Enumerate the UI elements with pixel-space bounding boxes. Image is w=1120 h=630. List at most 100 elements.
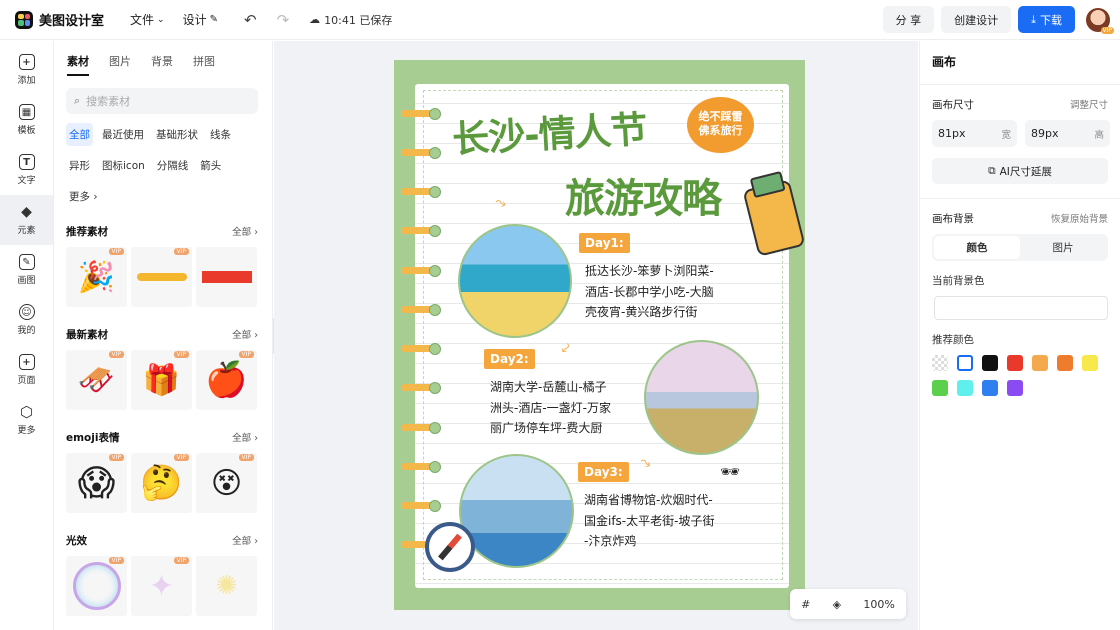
create-design-button[interactable]: 创建设计 [941,6,1012,33]
asset-thumb[interactable]: VIP 😵 [196,453,257,513]
current-bg-label: 当前背景色 [932,275,985,287]
day2-label[interactable]: Day2: [484,349,535,369]
reset-bg-link[interactable]: 恢复原始背景 [1051,211,1108,226]
day2-text[interactable]: 湖南大学-岳麓山-橘子 洲头-酒店-一盏灯-万家 丽广场停车坪-费大厨 [490,377,611,439]
avatar[interactable]: VIP [1086,7,1114,34]
binder-ring [401,108,441,120]
binder-ring [401,461,441,473]
color-swatch[interactable] [1032,355,1048,371]
poster-subtitle[interactable]: 旅游攻略 [565,166,722,224]
app-logo[interactable]: 美图设计室 [15,10,104,29]
chip-icons[interactable]: 图标icon [99,154,148,177]
chip-arrows[interactable]: 箭头 [197,154,224,177]
vip-badge: VIP [1100,26,1114,34]
rail-pages[interactable]: + 页面 [0,345,53,395]
rail-add[interactable]: + 添加 [0,45,53,95]
day3-text[interactable]: 湖南省博物馆-炊烟时代- 国金ifs-太平老街-坡子街 -汴京炸鸡 [584,490,714,552]
rail-draw[interactable]: ✎ 画图 [0,245,53,295]
color-swatches [932,355,1112,396]
adjust-size-link[interactable]: 调整尺寸 [1070,97,1108,112]
asset-thumb[interactable]: VIP 🍎 [196,350,257,410]
app-name: 美图设计室 [39,14,105,29]
rail-elements[interactable]: ◆ 元素 [0,195,53,245]
chip-recent[interactable]: 最近使用 [99,123,147,146]
chip-irregular[interactable]: 异形 [66,154,93,177]
color-swatch[interactable] [982,380,998,396]
color-swatch[interactable] [932,380,948,396]
color-swatch[interactable] [957,355,973,371]
ai-extend-button[interactable]: ⧉ AI尺寸延展 [932,158,1108,184]
canvas-size-label: 画布尺寸 [932,99,974,111]
see-all-link[interactable]: 全部 › [232,533,258,548]
chip-all[interactable]: 全部 [66,123,93,146]
search-input[interactable]: ⌕ 搜索素材 [66,88,258,114]
speech-bubble[interactable]: 绝不踩雷 佛系旅行 [687,97,754,153]
rail-mine[interactable]: ☺ 我的 [0,295,53,345]
bg-type-toggle: 颜色 图片 [932,234,1108,261]
tab-images[interactable]: 图片 [109,53,131,76]
undo-icon[interactable]: ↶ [244,11,257,29]
elements-icon: ◆ [21,204,32,220]
chip-more[interactable]: 更多 › [66,185,101,208]
tab-color[interactable]: 颜色 [934,236,1020,259]
asset-thumb[interactable]: ✺ [196,556,257,616]
save-status: ☁ 10:41 已保存 [309,13,393,27]
tab-image[interactable]: 图片 [1020,236,1106,259]
photo-kayaks[interactable] [458,224,572,338]
left-rail: + 添加 ▦ 模板 T 文字 ◆ 元素 ✎ 画图 ☺ 我的 + 页面 ⬡ 更多 [0,41,54,630]
color-swatch[interactable] [1057,355,1073,371]
asset-thumb[interactable]: VIP 🎁 [131,350,192,410]
layers-icon[interactable]: ◈ [833,598,841,611]
design-menu[interactable]: 设计 ✎ [183,11,218,28]
tab-backgrounds[interactable]: 背景 [151,53,173,76]
download-button[interactable]: ⤓ 下载 [1018,6,1075,33]
asset-thumb[interactable]: VIP 🎉 [66,247,127,307]
asset-thumb[interactable] [196,247,257,307]
height-field[interactable]: 89px 高 [1025,120,1110,147]
asset-thumb[interactable]: VIP 😱 [66,453,127,513]
asset-panel: 素材 图片 背景 拼图 ⌕ 搜索素材 全部 最近使用 基础形状 线条 异形 图标… [55,41,273,630]
chip-shapes[interactable]: 基础形状 [153,123,201,146]
color-swatch[interactable] [1007,380,1023,396]
redo-icon[interactable]: ↷ [277,11,290,29]
asset-thumb[interactable]: VIP [66,556,127,616]
chip-lines[interactable]: 线条 [207,123,234,146]
see-all-link[interactable]: 全部 › [232,224,258,239]
tab-materials[interactable]: 素材 [67,53,89,76]
rail-text[interactable]: T 文字 [0,145,53,195]
rail-more[interactable]: ⬡ 更多 [0,395,53,445]
photo-tent[interactable] [644,340,759,455]
day1-text[interactable]: 抵达长沙-笨萝卜浏阳菜- 酒店-长郡中学小吃-大脑 壳夜宵-黄兴路步行街 [585,261,714,323]
file-menu[interactable]: 文件 ⌄ [130,11,165,28]
zoom-level[interactable]: 100% [863,598,894,611]
binder-ring [401,147,441,159]
asset-thumb[interactable]: VIP ✦ [131,556,192,616]
chevron-down-icon: ⌄ [157,14,165,25]
compass-sticker[interactable] [425,522,475,572]
day3-label[interactable]: Day3: [578,462,629,482]
sunglasses-sticker[interactable]: 🕶 [720,462,740,481]
see-all-link[interactable]: 全部 › [232,430,258,445]
poster-title[interactable]: 长沙-情人节 [451,99,648,163]
asset-thumb[interactable]: VIP [131,247,192,307]
color-swatch[interactable] [1007,355,1023,371]
asset-thumb[interactable]: VIP 🤔 [131,453,192,513]
ai-resize-icon: ⧉ [988,164,996,177]
color-swatch[interactable] [932,355,948,371]
rail-template[interactable]: ▦ 模板 [0,95,53,145]
color-swatch[interactable] [982,355,998,371]
share-button[interactable]: 分 享 [882,6,935,33]
edit-icon: ✎ [209,14,218,25]
asset-thumb[interactable]: VIP 🛷 [66,350,127,410]
color-swatch[interactable] [1082,355,1098,371]
chip-dividers[interactable]: 分隔线 [154,154,192,177]
grid-icon[interactable]: # [801,598,810,611]
add-icon: + [18,54,35,70]
see-all-link[interactable]: 全部 › [232,327,258,342]
photo-pool[interactable] [459,454,574,568]
width-field[interactable]: 81px 宽 [932,120,1017,147]
tab-collage[interactable]: 拼图 [193,53,215,76]
color-swatch[interactable] [957,380,973,396]
day1-label[interactable]: Day1: [579,233,630,253]
current-bg-swatch[interactable] [934,296,1108,320]
